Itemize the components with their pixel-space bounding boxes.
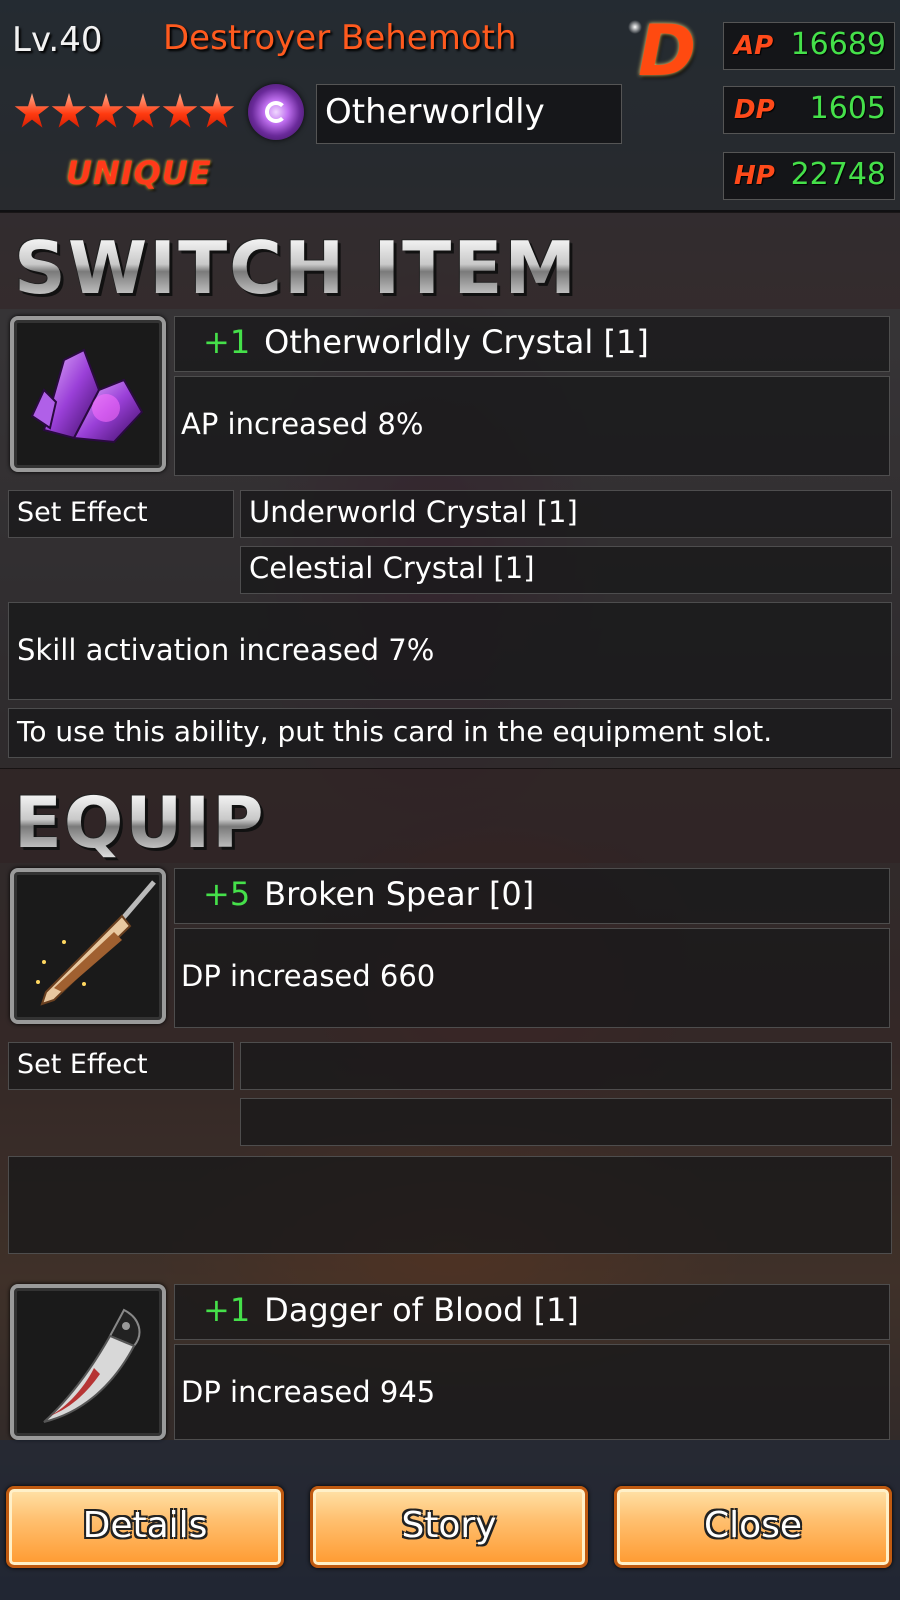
- equip-item-2-name: +1 Dagger of Blood [1]: [203, 1291, 579, 1329]
- stat-name: DP: [734, 95, 775, 125]
- switch-note-box: To use this ability, put this card in th…: [8, 708, 892, 758]
- purple-crystal-icon[interactable]: [10, 316, 166, 472]
- set-bonus-box: Skill activation increased 7%: [8, 602, 892, 700]
- equip-item-1-effect: DP increased 660: [181, 959, 436, 993]
- stat-name: AP: [734, 31, 774, 61]
- stat-ap: AP 16689: [723, 22, 895, 70]
- bloody-dagger-icon[interactable]: [10, 1284, 166, 1440]
- otherworldly-attribute-icon: [248, 84, 304, 140]
- set-effect-label: Set Effect: [17, 497, 148, 528]
- equip-item-1-name: +5 Broken Spear [0]: [203, 875, 534, 913]
- card-header: Lv.40 Destroyer Behemoth UNIQUE Otherwor…: [0, 0, 900, 212]
- set-item-2: Celestial Crystal [1]: [240, 546, 892, 594]
- story-button-label: Story: [401, 1505, 497, 1546]
- equip-title: EQUIP: [14, 782, 266, 864]
- switch-item-title: SWITCH ITEM: [14, 226, 579, 310]
- broken-spear-icon[interactable]: [10, 868, 166, 1024]
- stat-dp: DP 1605: [723, 86, 895, 134]
- item-name-text: Broken Spear [0]: [264, 875, 535, 913]
- switch-item-name-bar: +1 Otherworldly Crystal [1]: [174, 316, 890, 372]
- stat-name: HP: [734, 161, 775, 191]
- details-button[interactable]: Details: [6, 1486, 284, 1568]
- equip-item-1-name-bar: +5 Broken Spear [0]: [174, 868, 890, 924]
- equip-item-2-effect-box: DP increased 945: [174, 1344, 890, 1440]
- item-name-text: Dagger of Blood [1]: [264, 1291, 579, 1329]
- stat-hp: HP 22748: [723, 152, 895, 200]
- set-item-name: Underworld Crystal [1]: [249, 495, 578, 529]
- enhance-level: +1: [203, 323, 251, 361]
- item-name-text: Otherworldly Crystal [1]: [264, 323, 649, 361]
- set-effect-label-box: Set Effect: [8, 490, 234, 538]
- star-icon: [51, 93, 87, 128]
- star-icon: [162, 93, 198, 128]
- set-item-1: Underworld Crystal [1]: [240, 490, 892, 538]
- set-bonus-text: Skill activation increased 7%: [17, 633, 435, 667]
- equip-set-bonus-box: [8, 1156, 892, 1254]
- attribute-box: Otherworldly: [316, 84, 622, 144]
- attribute-label: Otherworldly: [325, 92, 545, 132]
- rarity-badge: UNIQUE: [66, 154, 212, 192]
- star-icon: [199, 93, 235, 128]
- switch-item-effect-box: AP increased 8%: [174, 376, 890, 476]
- set-item-name: Celestial Crystal [1]: [249, 551, 535, 585]
- star-icon: [88, 93, 124, 128]
- close-button[interactable]: Close: [614, 1486, 892, 1568]
- grade-badge: D: [638, 10, 697, 92]
- switch-item-name: +1 Otherworldly Crystal [1]: [203, 323, 649, 361]
- equip-item-1-effect-box: DP increased 660: [174, 928, 890, 1028]
- switch-note-text: To use this ability, put this card in th…: [17, 715, 773, 748]
- details-button-label: Details: [82, 1505, 208, 1546]
- star-icon: [14, 93, 50, 128]
- close-button-label: Close: [703, 1505, 803, 1546]
- star-rating: [14, 93, 235, 131]
- equip-set-item-slot-2: [240, 1098, 892, 1146]
- stat-value: 1605: [809, 91, 886, 126]
- enhance-level: +5: [203, 875, 251, 913]
- equip-item-2-effect: DP increased 945: [181, 1375, 436, 1409]
- story-button[interactable]: Story: [310, 1486, 588, 1568]
- card-level: Lv.40: [12, 20, 103, 60]
- switch-item-effect: AP increased 8%: [181, 407, 424, 441]
- stat-value: 22748: [790, 157, 886, 192]
- equip-item-2-name-bar: +1 Dagger of Blood [1]: [174, 1284, 890, 1340]
- card-name: Destroyer Behemoth: [163, 18, 517, 58]
- equip-set-item-slot-1: [240, 1042, 892, 1090]
- stat-value: 16689: [790, 27, 886, 62]
- equip-set-effect-label-box: Set Effect: [8, 1042, 234, 1090]
- star-icon: [125, 93, 161, 128]
- set-effect-label: Set Effect: [17, 1049, 148, 1080]
- enhance-level: +1: [203, 1291, 251, 1329]
